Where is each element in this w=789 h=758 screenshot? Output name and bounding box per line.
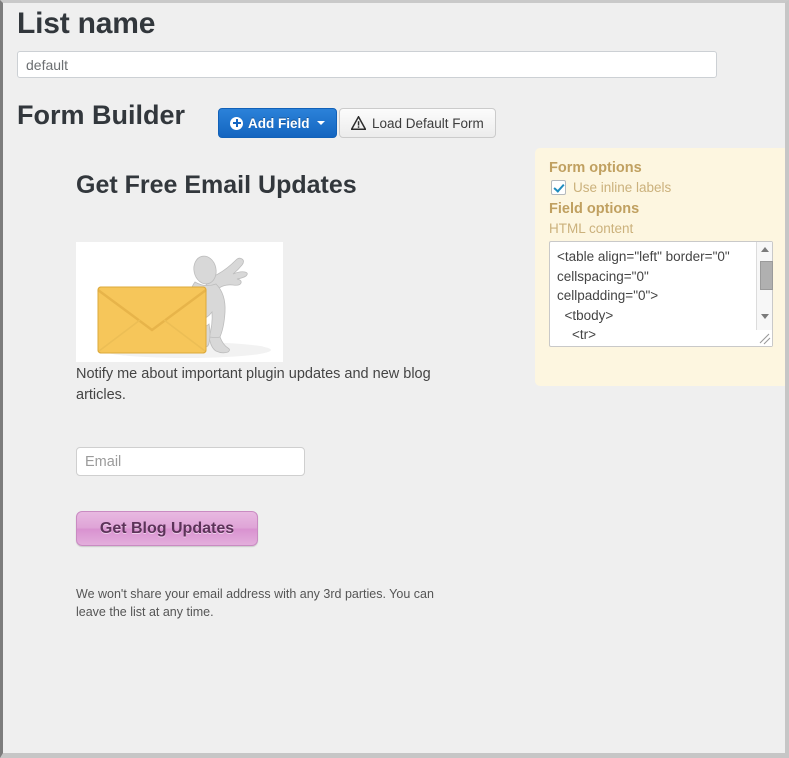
resize-grip-icon [759,333,771,345]
email-input[interactable] [76,447,305,476]
scroll-down-arrow-icon[interactable] [757,309,772,324]
form-description: Notify me about important plugin updates… [76,366,431,403]
warning-triangle-icon [351,116,366,130]
html-content-textarea-wrap: <table align="left" border="0" cellspaci… [549,241,773,347]
browser-window: List name Form Builder Add Field Load De… [0,0,789,758]
page-content: List name Form Builder Add Field Load De… [3,3,785,753]
html-content-textarea[interactable]: <table align="left" border="0" cellspaci… [549,241,773,347]
privacy-note: We won't share your email address with a… [76,587,434,619]
textarea-resize-grip[interactable] [756,330,772,346]
add-field-button[interactable]: Add Field [218,108,337,138]
list-name-input[interactable] [17,51,717,78]
email-illustration-image [76,242,283,362]
form-options-heading: Form options [549,160,642,176]
field-options-heading: Field options [549,201,640,217]
load-default-form-button[interactable]: Load Default Form [339,108,496,138]
scroll-up-arrow-icon[interactable] [757,242,772,257]
scrollbar-thumb[interactable] [760,261,773,290]
inline-labels-row[interactable]: Use inline labels [551,180,778,195]
options-panel: Form options Use inline labels Field opt… [535,148,785,386]
form-preview-area: Get Free Email Updates Notify me about i… [3,148,523,753]
load-default-form-label: Load Default Form [372,115,484,131]
add-field-label: Add Field [248,115,310,131]
submit-button[interactable]: Get Blog Updates [76,511,258,546]
form-builder-heading: Form Builder [17,100,186,130]
inline-labels-checkbox[interactable] [551,180,566,195]
form-heading: Get Free Email Updates [76,171,357,199]
page-title: List name [17,7,156,40]
inline-labels-label: Use inline labels [573,180,672,195]
plus-circle-icon [230,116,243,130]
html-content-label: HTML content [549,221,634,236]
chevron-down-icon [316,121,325,125]
